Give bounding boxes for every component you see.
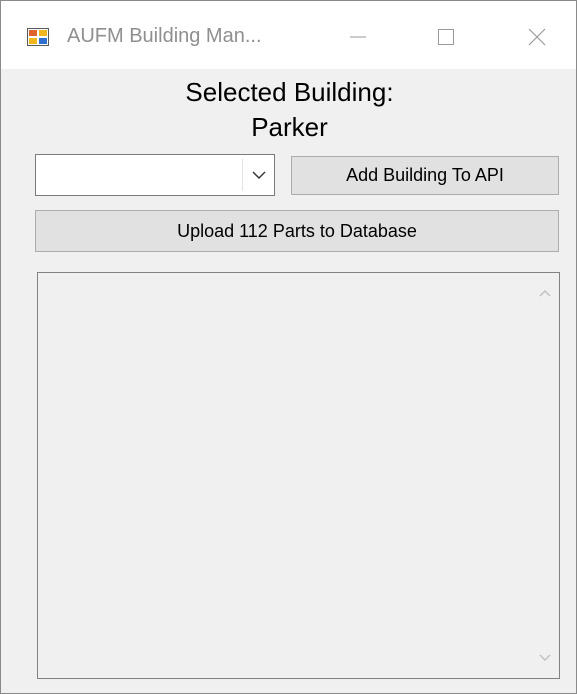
chevron-down-icon xyxy=(539,654,551,661)
building-dropdown[interactable] xyxy=(35,154,275,196)
scroll-up-button[interactable] xyxy=(531,283,559,303)
window-title: AUFM Building Man... xyxy=(67,25,262,47)
output-listbox[interactable] xyxy=(37,272,560,679)
selected-building-label: Selected Building: xyxy=(185,77,394,107)
title-bar[interactable]: AUFM Building Man... xyxy=(1,1,576,69)
close-icon xyxy=(528,28,546,46)
vertical-scrollbar[interactable] xyxy=(531,273,559,678)
minimize-icon xyxy=(350,36,366,38)
add-building-button[interactable]: Add Building To API xyxy=(291,156,559,195)
dropdown-divider xyxy=(242,159,243,191)
scroll-down-button[interactable] xyxy=(531,648,559,668)
dropdown-arrow-button[interactable] xyxy=(244,155,274,195)
maximize-button[interactable] xyxy=(421,17,471,57)
maximize-icon xyxy=(438,29,454,45)
selected-building-name: Parker xyxy=(251,112,328,142)
chevron-up-icon xyxy=(539,290,551,297)
minimize-button[interactable] xyxy=(333,17,383,57)
close-button[interactable] xyxy=(512,17,562,57)
client-area: Selected Building: Parker Add Building T… xyxy=(1,69,576,693)
upload-parts-button[interactable]: Upload 112 Parts to Database xyxy=(35,210,559,252)
app-icon xyxy=(27,28,49,46)
app-window: AUFM Building Man... Selected Building: … xyxy=(0,0,577,694)
chevron-down-icon xyxy=(252,171,266,179)
